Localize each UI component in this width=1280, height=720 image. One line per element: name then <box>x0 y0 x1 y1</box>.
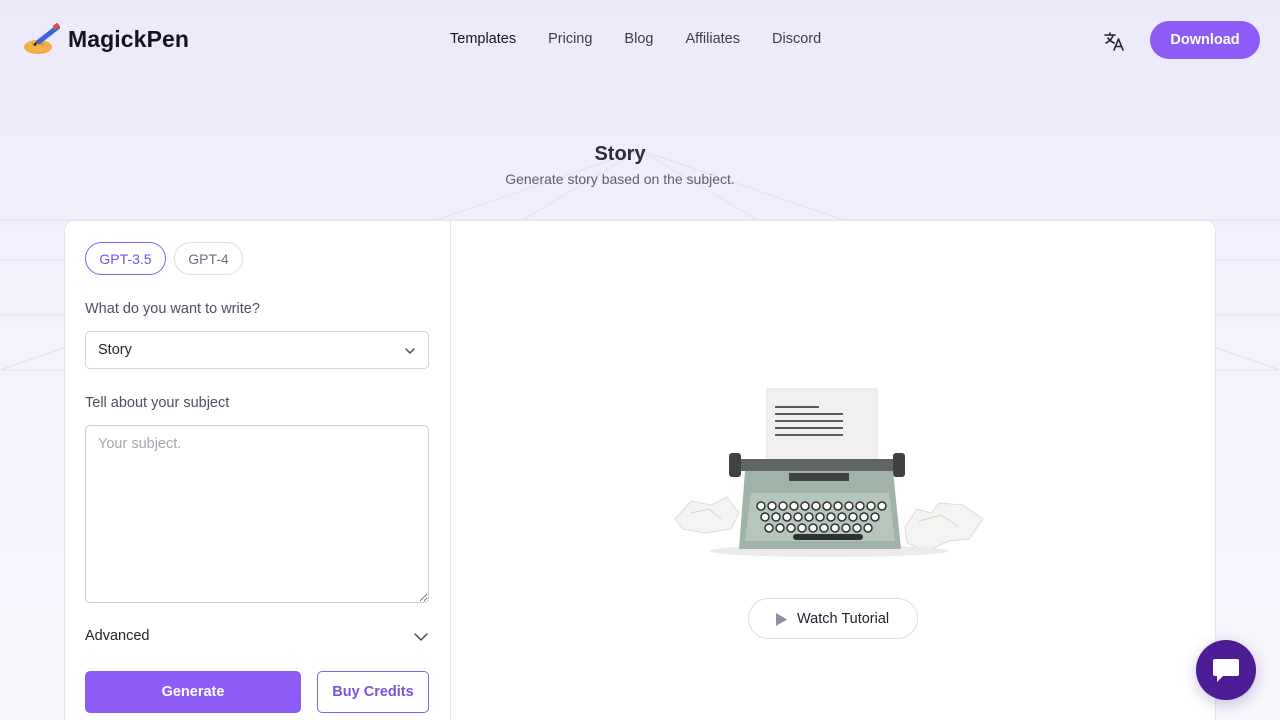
page-title: Story <box>594 143 646 165</box>
write-type-label: What do you want to write? <box>85 301 260 317</box>
chevron-down-icon <box>414 633 428 641</box>
chat-bubble-icon <box>1213 659 1239 682</box>
buy-credits-button[interactable]: Buy Credits <box>317 671 429 713</box>
nav-templates[interactable]: Templates <box>450 31 516 47</box>
chevron-down-icon <box>405 348 415 354</box>
subject-textarea[interactable] <box>85 425 429 603</box>
main-nav: Templates Pricing Blog Affiliates Discor… <box>450 31 853 47</box>
watch-tutorial-button[interactable]: Watch Tutorial <box>748 598 918 639</box>
page-subtitle: Generate story based on the subject. <box>505 171 735 187</box>
write-type-select[interactable]: Story <box>85 331 429 369</box>
subject-label: Tell about your subject <box>85 395 230 411</box>
nav-affiliates[interactable]: Affiliates <box>685 31 740 47</box>
download-button[interactable]: Download <box>1150 21 1260 59</box>
nav-pricing[interactable]: Pricing <box>548 31 592 47</box>
pen-hand-logo-icon <box>24 22 60 54</box>
nav-discord[interactable]: Discord <box>772 31 821 47</box>
write-type-value: Story <box>98 342 132 358</box>
typewriter-illustration <box>674 388 984 557</box>
generator-card: GPT-3.5 GPT-4 What do you want to write?… <box>64 220 1216 720</box>
model-option-gpt-4[interactable]: GPT-4 <box>174 242 243 275</box>
model-option-gpt-3-5[interactable]: GPT-3.5 <box>85 242 166 275</box>
translate-icon[interactable] <box>1103 30 1125 52</box>
advanced-label: Advanced <box>85 628 150 644</box>
chat-support-button[interactable] <box>1196 640 1256 700</box>
advanced-toggle[interactable]: Advanced <box>85 625 429 649</box>
brand-logo[interactable]: MagickPen <box>22 22 189 56</box>
watch-tutorial-label: Watch Tutorial <box>797 611 890 627</box>
brand-name: MagickPen <box>68 25 190 52</box>
input-panel: GPT-3.5 GPT-4 What do you want to write?… <box>65 221 451 720</box>
nav-blog[interactable]: Blog <box>624 31 653 47</box>
generate-button[interactable]: Generate <box>85 671 301 713</box>
top-navigation-bar: MagickPen Templates Pricing Blog Affilia… <box>0 0 1280 80</box>
play-icon <box>776 613 787 626</box>
